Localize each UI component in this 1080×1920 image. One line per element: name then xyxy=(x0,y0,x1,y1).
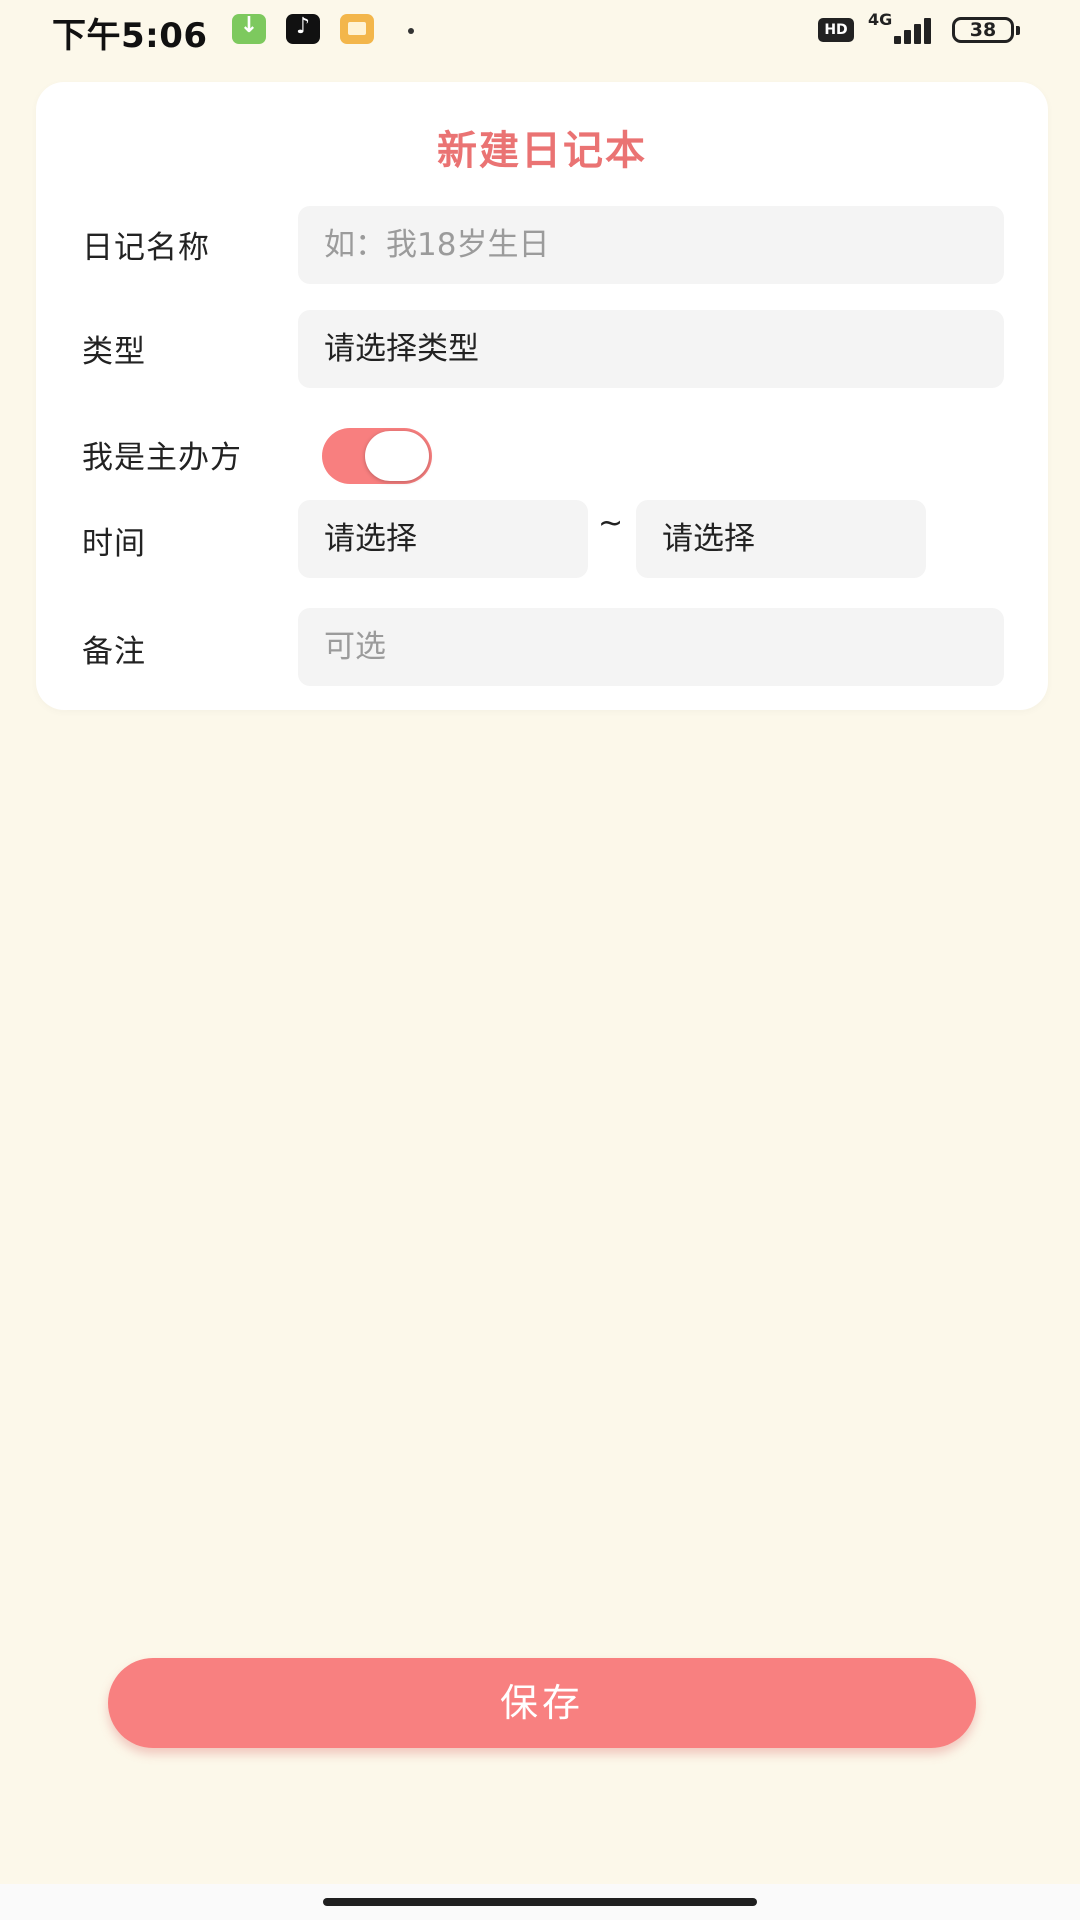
type-label: 类型 xyxy=(82,334,146,370)
status-time: 下午5:06 xyxy=(52,16,208,56)
save-button[interactable]: 保存 xyxy=(108,1658,976,1748)
host-label: 我是主办方 xyxy=(82,440,242,476)
signal-icon xyxy=(892,14,938,44)
type-select[interactable]: 请选择类型 xyxy=(298,310,1004,388)
page-title: 新建日记本 xyxy=(437,128,647,174)
status-bar: 下午5:06 HD 4G 38 xyxy=(0,0,1080,60)
time-separator: ~ xyxy=(598,506,624,541)
toggle-knob xyxy=(365,431,429,481)
hd-badge: HD xyxy=(818,18,854,42)
host-toggle[interactable] xyxy=(322,428,432,484)
home-indicator[interactable] xyxy=(323,1898,757,1906)
message-app-icon xyxy=(340,14,374,44)
note-label: 备注 xyxy=(82,634,146,670)
tiktok-icon xyxy=(286,14,320,44)
start-time-picker[interactable]: 请选择 xyxy=(298,500,588,578)
new-diary-card: 新建日记本 日记名称 如：我18岁生日 类型 请选择类型 我是主办方 时间 请选… xyxy=(36,82,1048,710)
notification-dot-icon xyxy=(408,28,414,34)
end-time-picker[interactable]: 请选择 xyxy=(636,500,926,578)
battery-icon: 38 xyxy=(952,17,1020,43)
time-label: 时间 xyxy=(82,526,146,562)
note-input[interactable]: 可选 xyxy=(298,608,1004,686)
diary-name-input[interactable]: 如：我18岁生日 xyxy=(298,206,1004,284)
download-app-icon xyxy=(232,13,266,44)
network-type: 4G xyxy=(868,10,893,29)
diary-name-label: 日记名称 xyxy=(82,230,210,266)
